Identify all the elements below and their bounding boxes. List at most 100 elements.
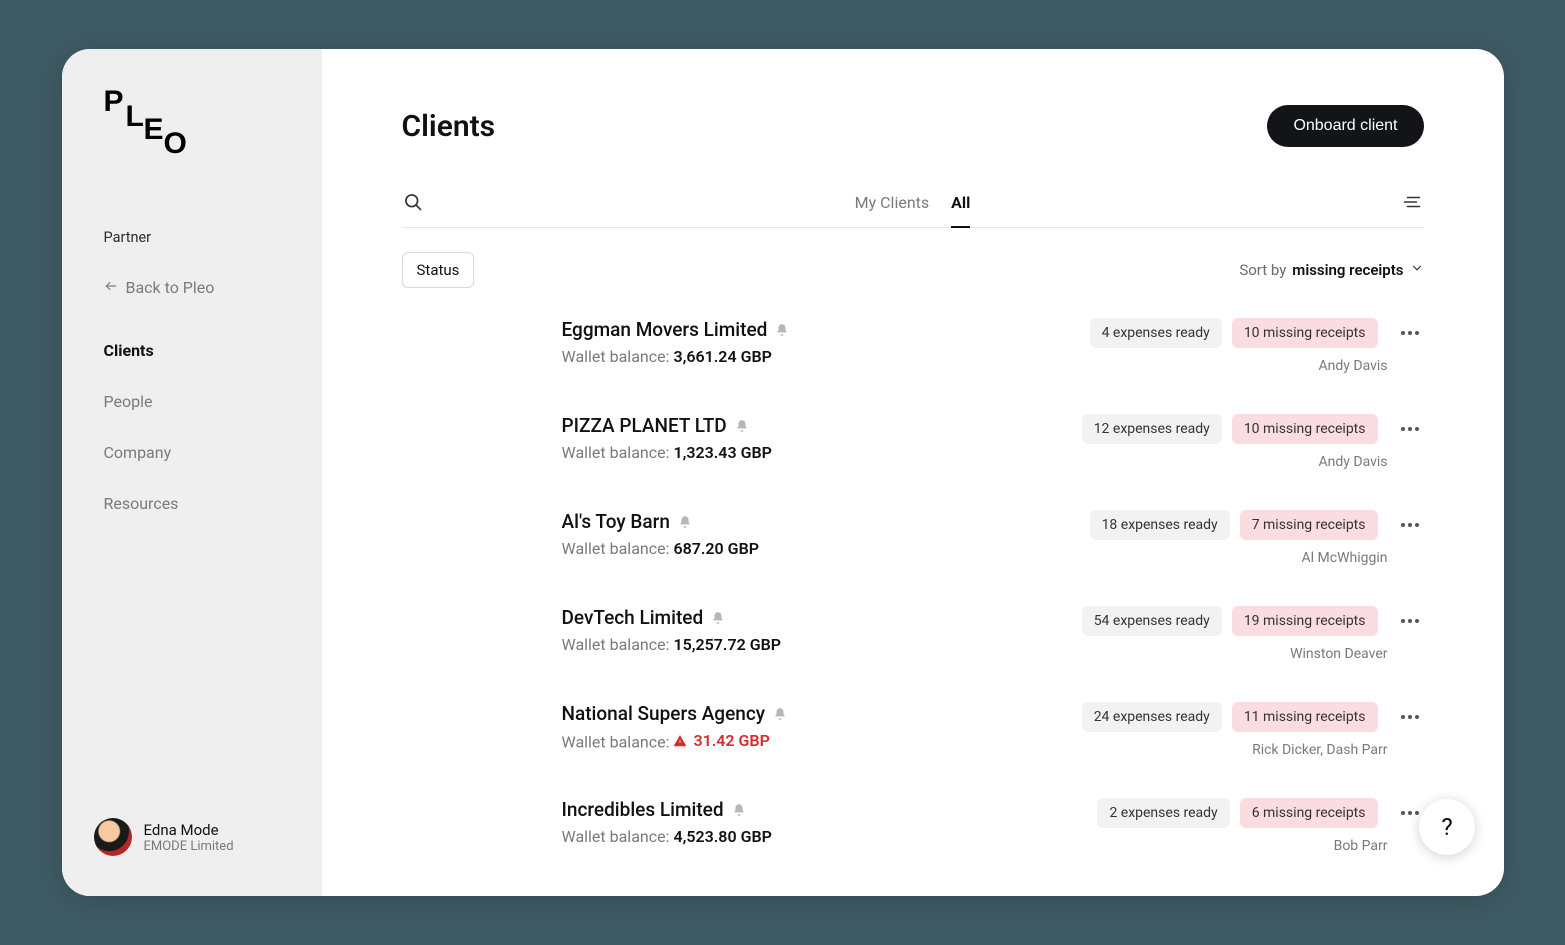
badges-row: 2 expenses ready 6 missing receipts xyxy=(1097,798,1423,828)
onboard-client-button[interactable]: Onboard client xyxy=(1267,105,1423,147)
sidebar: PLEO Partner Back to Pleo Clients People… xyxy=(62,49,322,896)
bell-icon[interactable] xyxy=(678,515,692,529)
wallet-value: 687.20 GBP xyxy=(673,539,759,558)
wallet-value: 15,257.72 GBP xyxy=(673,635,781,654)
expenses-ready-badge: 12 expenses ready xyxy=(1082,414,1222,444)
wallet-label: Wallet balance: xyxy=(562,827,674,846)
status-filter[interactable]: Status xyxy=(402,252,475,288)
client-right: 18 expenses ready7 missing receiptsAl Mc… xyxy=(1090,510,1424,566)
more-actions-icon[interactable] xyxy=(1396,427,1424,431)
user-meta: Edna Mode EMODE Limited xyxy=(144,821,234,854)
user-org: EMODE Limited xyxy=(144,839,234,854)
app-window: PLEO Partner Back to Pleo Clients People… xyxy=(62,49,1504,896)
back-to-pleo-link[interactable]: Back to Pleo xyxy=(62,268,322,307)
main-header: Clients Onboard client xyxy=(402,105,1424,147)
client-name-text: PIZZA PLANET LTD xyxy=(562,414,727,437)
chevron-down-icon xyxy=(1410,261,1424,279)
client-name: National Supers Agency xyxy=(562,702,788,725)
toolbar: My Clients All xyxy=(402,191,1424,228)
client-name-text: Al's Toy Barn xyxy=(562,510,670,533)
client-info: DevTech Limited Wallet balance: 15,257.72… xyxy=(562,606,782,654)
arrow-left-icon xyxy=(104,278,118,297)
wallet-value: 1,323.43 GBP xyxy=(673,443,771,462)
bell-icon[interactable] xyxy=(775,323,789,337)
client-name: Eggman Movers Limited xyxy=(562,318,790,341)
expenses-ready-badge: 4 expenses ready xyxy=(1090,318,1222,348)
filter-icon[interactable] xyxy=(1401,191,1423,213)
more-actions-icon[interactable] xyxy=(1396,811,1424,815)
wallet-value: 4,523.80 GBP xyxy=(673,827,771,846)
client-row[interactable]: PIZZA PLANET LTD Wallet balance: 1,323.43… xyxy=(562,414,1424,470)
client-row[interactable]: National Supers Agency Wallet balance: 31… xyxy=(562,702,1424,758)
client-right: 2 expenses ready6 missing receiptsBob Pa… xyxy=(1097,798,1423,854)
client-name-text: Incredibles Limited xyxy=(562,798,724,821)
client-row[interactable]: Eggman Movers Limited Wallet balance: 3,6… xyxy=(562,318,1424,374)
client-info: Al's Toy Barn Wallet balance: 687.20 GBP xyxy=(562,510,760,558)
wallet-balance: Wallet balance: 3,661.24 GBP xyxy=(562,347,790,366)
sidebar-item-resources[interactable]: Resources xyxy=(62,478,322,529)
wallet-label: Wallet balance: xyxy=(562,347,674,366)
client-row[interactable]: DevTech Limited Wallet balance: 15,257.72… xyxy=(562,606,1424,662)
client-right: 54 expenses ready19 missing receiptsWins… xyxy=(1082,606,1424,662)
tabs: My Clients All xyxy=(855,193,971,212)
wallet-label: Wallet balance: xyxy=(562,539,674,558)
client-info: National Supers Agency Wallet balance: 31… xyxy=(562,702,788,752)
sidebar-nav: Back to Pleo Clients People Company Reso… xyxy=(62,268,322,529)
more-actions-icon[interactable] xyxy=(1396,715,1424,719)
wallet-balance: Wallet balance: 4,523.80 GBP xyxy=(562,827,772,846)
wallet-label: Wallet balance: xyxy=(562,733,674,752)
search-icon[interactable] xyxy=(402,191,424,213)
client-info: PIZZA PLANET LTD Wallet balance: 1,323.43… xyxy=(562,414,772,462)
subbar: Status Sort by missing receipts xyxy=(402,252,1424,288)
sidebar-item-company[interactable]: Company xyxy=(62,427,322,478)
sort-value: missing receipts xyxy=(1292,261,1403,279)
client-info: Eggman Movers Limited Wallet balance: 3,6… xyxy=(562,318,790,366)
client-right: 12 expenses ready10 missing receiptsAndy… xyxy=(1082,414,1424,470)
client-name: Incredibles Limited xyxy=(562,798,772,821)
wallet-value: 31.42 GBP xyxy=(673,731,769,750)
expenses-ready-badge: 2 expenses ready xyxy=(1097,798,1229,828)
wallet-value: 3,661.24 GBP xyxy=(673,347,771,366)
client-name-text: DevTech Limited xyxy=(562,606,704,629)
client-name: Al's Toy Barn xyxy=(562,510,760,533)
sidebar-item-clients[interactable]: Clients xyxy=(62,325,322,376)
tab-all[interactable]: All xyxy=(951,193,970,228)
bell-icon[interactable] xyxy=(773,707,787,721)
client-name-text: Eggman Movers Limited xyxy=(562,318,768,341)
more-actions-icon[interactable] xyxy=(1396,619,1424,623)
bell-icon[interactable] xyxy=(735,419,749,433)
page-title: Clients xyxy=(402,109,496,144)
client-list: Eggman Movers Limited Wallet balance: 3,6… xyxy=(402,318,1424,854)
pleo-logo: PLEO xyxy=(104,89,194,169)
sort-dropdown[interactable]: Sort by missing receipts xyxy=(1239,261,1423,279)
client-assignee: Winston Deaver xyxy=(1290,646,1387,662)
tab-my-clients[interactable]: My Clients xyxy=(855,193,930,228)
client-assignee: Andy Davis xyxy=(1319,454,1388,470)
client-name-text: National Supers Agency xyxy=(562,702,766,725)
main-content: Clients Onboard client My Clients All St… xyxy=(322,49,1504,896)
client-row[interactable]: Incredibles Limited Wallet balance: 4,523… xyxy=(562,798,1424,854)
wallet-label: Wallet balance: xyxy=(562,635,674,654)
client-right: 24 expenses ready11 missing receiptsRick… xyxy=(1082,702,1424,758)
expenses-ready-badge: 24 expenses ready xyxy=(1082,702,1222,732)
wallet-balance: Wallet balance: 15,257.72 GBP xyxy=(562,635,782,654)
bell-icon[interactable] xyxy=(711,611,725,625)
sidebar-item-people[interactable]: People xyxy=(62,376,322,427)
back-to-pleo-label: Back to Pleo xyxy=(126,278,215,297)
wallet-label: Wallet balance: xyxy=(562,443,674,462)
more-actions-icon[interactable] xyxy=(1396,523,1424,527)
user-footer[interactable]: Edna Mode EMODE Limited xyxy=(62,818,322,872)
sidebar-item-label: Company xyxy=(104,443,172,462)
more-actions-icon[interactable] xyxy=(1396,331,1424,335)
expenses-ready-badge: 18 expenses ready xyxy=(1090,510,1230,540)
client-row[interactable]: Al's Toy Barn Wallet balance: 687.20 GBP 1… xyxy=(562,510,1424,566)
client-name: PIZZA PLANET LTD xyxy=(562,414,772,437)
sidebar-item-label: People xyxy=(104,392,153,411)
client-name: DevTech Limited xyxy=(562,606,782,629)
help-button[interactable]: ? xyxy=(1419,799,1475,855)
badges-row: 18 expenses ready7 missing receipts xyxy=(1090,510,1424,540)
badges-row: 4 expenses ready 10 missing receipts xyxy=(1090,318,1424,348)
bell-icon[interactable] xyxy=(732,803,746,817)
missing-receipts-badge: 6 missing receipts xyxy=(1240,798,1378,828)
missing-receipts-badge: 10 missing receipts xyxy=(1232,318,1378,348)
